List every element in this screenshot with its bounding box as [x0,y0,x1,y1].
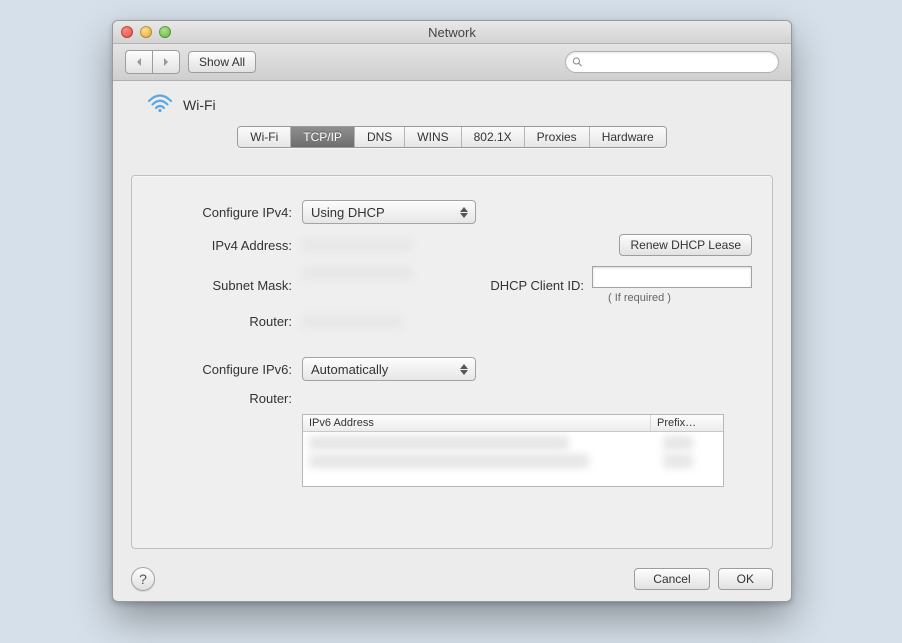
tab-wifi[interactable]: Wi-Fi [238,127,291,147]
configure-ipv6-select[interactable]: Automatically [302,357,476,381]
tcpip-panel: Configure IPv4: Using DHCP IPv4 Address:… [131,175,773,549]
wifi-icon [147,93,173,116]
search-icon [572,56,583,68]
configure-ipv6-value: Automatically [311,362,388,377]
renew-dhcp-lease-button[interactable]: Renew DHCP Lease [619,234,752,256]
nav-back-button[interactable] [125,50,152,74]
ipv6-table-header: IPv6 Address Prefix… [303,415,723,432]
dhcp-client-id-input[interactable] [592,266,752,288]
updown-icon [457,364,471,375]
sheet-header: Wi-Fi [113,81,791,124]
configure-ipv4-select[interactable]: Using DHCP [302,200,476,224]
search-field[interactable] [565,51,779,73]
configure-ipv4-value: Using DHCP [311,205,385,220]
configure-ipv4-label: Configure IPv4: [152,205,292,220]
content-area: Wi-Fi Wi-Fi TCP/IP DNS WINS 802.1X Proxi… [113,81,791,602]
tab-hardware[interactable]: Hardware [590,127,666,147]
subnet-mask-value [302,266,412,280]
updown-icon [457,207,471,218]
sheet-footer: ? Cancel OK [113,555,791,602]
tab-wins[interactable]: WINS [405,127,461,147]
search-input[interactable] [587,54,772,70]
col-ipv6-address[interactable]: IPv6 Address [303,415,651,431]
titlebar: Network [113,21,791,44]
nav-back-forward [125,50,180,74]
tab-8021x[interactable]: 802.1X [462,127,525,147]
router-v6-label: Router: [152,391,292,406]
interface-name: Wi-Fi [183,97,216,113]
tab-dns[interactable]: DNS [355,127,405,147]
chevron-right-icon [161,57,171,67]
preferences-window: Network Show All [112,20,792,602]
col-prefix[interactable]: Prefix… [651,415,723,431]
tab-tcpip[interactable]: TCP/IP [291,127,355,147]
chevron-left-icon [134,57,144,67]
window-title: Network [113,25,791,40]
dhcp-client-id-label: DHCP Client ID: [490,278,584,293]
router-v4-label: Router: [152,314,292,329]
subnet-mask-label: Subnet Mask: [152,278,292,293]
window-controls [113,26,171,38]
ok-button[interactable]: OK [718,568,773,590]
dhcp-client-id-hint: ( If required ) [608,292,671,304]
cancel-button[interactable]: Cancel [634,568,709,590]
ipv6-address-table: IPv6 Address Prefix… [302,414,724,487]
toolbar: Show All [113,44,791,81]
show-all-button[interactable]: Show All [188,51,256,73]
minimize-window-button[interactable] [140,26,152,38]
configure-ipv6-label: Configure IPv6: [152,362,292,377]
zoom-window-button[interactable] [159,26,171,38]
help-button[interactable]: ? [131,567,155,591]
tab-bar: Wi-Fi TCP/IP DNS WINS 802.1X Proxies Har… [113,126,791,148]
nav-forward-button[interactable] [152,50,180,74]
ipv4-address-label: IPv4 Address: [152,238,292,253]
router-v4-value [302,315,402,329]
close-window-button[interactable] [121,26,133,38]
ipv4-address-value [302,238,412,252]
tab-proxies[interactable]: Proxies [525,127,590,147]
ipv6-table-body [303,432,723,486]
